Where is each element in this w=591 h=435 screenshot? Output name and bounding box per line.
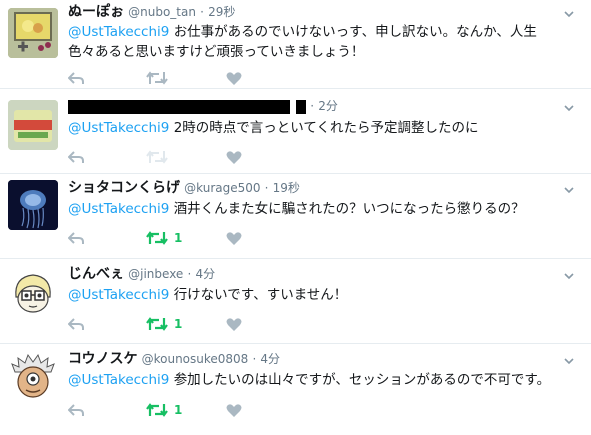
retweet-icon bbox=[146, 71, 168, 85]
retweet-icon bbox=[146, 231, 168, 245]
chevron-down-icon[interactable] bbox=[563, 184, 575, 196]
user-name[interactable]: じんべぇ bbox=[68, 266, 124, 282]
chevron-down-icon[interactable] bbox=[563, 8, 575, 20]
tweet-header: コウノスケ @kounosuke0808 · 4分 bbox=[68, 349, 280, 369]
mention-link[interactable]: @UstTakecchi9 bbox=[68, 120, 169, 136]
tweet-text: @UstTakecchi9 参加したいのは山々ですが、セッションがあるので不可で… bbox=[68, 370, 578, 390]
heart-icon bbox=[226, 150, 242, 164]
separator-dot: · bbox=[187, 267, 192, 281]
mention-link[interactable]: @UstTakecchi9 bbox=[68, 287, 169, 303]
user-handle[interactable]: @kounosuke0808 bbox=[142, 352, 249, 366]
timestamp[interactable]: 4分 bbox=[260, 352, 280, 366]
tweet-actions bbox=[68, 68, 268, 88]
reply-icon bbox=[68, 72, 84, 84]
user-handle[interactable]: @jinbexe bbox=[128, 267, 183, 281]
reply-icon bbox=[68, 151, 84, 163]
separator-dot: · bbox=[264, 181, 269, 195]
user-handle[interactable]: @kurage500 bbox=[184, 181, 260, 195]
retweet-count: 1 bbox=[174, 231, 183, 245]
chevron-down-icon[interactable] bbox=[563, 102, 575, 114]
user-name[interactable]: ぬーぽぉ bbox=[68, 4, 124, 20]
tweet-actions: 1 bbox=[68, 400, 268, 420]
tweet-text: @UstTakecchi9 行けないです、すいません！ bbox=[68, 285, 578, 305]
tweet-text-content: 行けないです、すいません！ bbox=[173, 287, 348, 303]
heart-icon bbox=[226, 71, 242, 85]
tweet-header: ショタコンくらげ @kurage500 · 19秒 bbox=[68, 178, 300, 198]
tweet-text: @UstTakecchi9 酒井くんまた女に騙されたの？いつになったら懲りるの？ bbox=[68, 199, 578, 219]
tweet-3[interactable]: ショタコンくらげ @kurage500 · 19秒 @UstTakecchi9 … bbox=[0, 174, 591, 259]
heart-icon bbox=[226, 231, 242, 245]
retweet-icon bbox=[146, 403, 168, 417]
like-button[interactable] bbox=[226, 147, 242, 167]
reply-icon bbox=[68, 318, 84, 330]
tweet-actions: 1 bbox=[68, 314, 268, 334]
tweet-4[interactable]: じんべぇ @jinbexe · 4分 @UstTakecchi9 行けないです、… bbox=[0, 259, 591, 344]
tweet-1[interactable]: ぬーぽぉ @nubo_tan · 29秒 @UstTakecchi9 お仕事があ… bbox=[0, 0, 591, 85]
separator-dot: · bbox=[310, 99, 315, 113]
reply-button[interactable] bbox=[68, 68, 84, 88]
user-name[interactable]: ショタコンくらげ bbox=[68, 180, 180, 196]
tweet-divider bbox=[0, 88, 591, 89]
like-button[interactable] bbox=[226, 400, 242, 420]
tweet-2[interactable]: · 2分 @UstTakecchi9 2時の時点で言っといてくれたら予定調整した… bbox=[0, 90, 591, 173]
user-handle[interactable]: @nubo_tan bbox=[128, 5, 196, 19]
retweet-button[interactable]: 1 bbox=[146, 400, 182, 420]
reply-button[interactable] bbox=[68, 228, 84, 248]
timestamp[interactable]: 2分 bbox=[318, 99, 338, 113]
chevron-down-icon[interactable] bbox=[563, 355, 575, 367]
like-button[interactable] bbox=[226, 314, 242, 334]
mention-link[interactable]: @UstTakecchi9 bbox=[68, 201, 169, 217]
retweet-icon bbox=[146, 150, 168, 164]
chevron-down-icon[interactable] bbox=[563, 270, 575, 282]
heart-icon bbox=[226, 317, 242, 331]
redacted-name bbox=[68, 99, 290, 114]
retweet-button[interactable]: 1 bbox=[146, 314, 182, 334]
tweet-text-content: 2時の時点で言っといてくれたら予定調整したのに bbox=[173, 120, 479, 136]
tweet-text-content: 酒井くんまた女に騙されたの？いつになったら懲りるの？ bbox=[173, 201, 525, 217]
gameboy-avatar[interactable] bbox=[8, 8, 58, 58]
retweet-count: 1 bbox=[174, 317, 183, 331]
heart-icon bbox=[226, 403, 242, 417]
jellyfish-avatar[interactable] bbox=[8, 180, 58, 230]
retweet-button[interactable] bbox=[146, 68, 168, 88]
tweet-text: @UstTakecchi9 2時の時点で言っといてくれたら予定調整したのに bbox=[68, 118, 578, 138]
old-man-avatar[interactable] bbox=[8, 352, 58, 402]
tweet-text-line2: 色々あると思いますけど頑張っていきましょう！ bbox=[68, 44, 365, 60]
retweet-button bbox=[146, 147, 168, 167]
reply-button[interactable] bbox=[68, 314, 84, 334]
like-button[interactable] bbox=[226, 228, 242, 248]
reply-icon bbox=[68, 232, 84, 244]
retweet-button[interactable]: 1 bbox=[146, 228, 182, 248]
user-name[interactable]: コウノスケ bbox=[68, 351, 137, 367]
separator-dot: · bbox=[200, 5, 204, 19]
like-button[interactable] bbox=[226, 68, 242, 88]
mention-link[interactable]: @UstTakecchi9 bbox=[68, 24, 169, 40]
timestamp[interactable]: 29秒 bbox=[208, 5, 235, 19]
tweet-5[interactable]: コウノスケ @kounosuke0808 · 4分 @UstTakecchi9 … bbox=[0, 344, 591, 435]
tweet-actions: 1 bbox=[68, 228, 268, 248]
separator-dot: · bbox=[252, 352, 257, 366]
tweet-header: ぬーぽぉ @nubo_tan · 29秒 bbox=[68, 2, 235, 22]
tweet-header: · 2分 bbox=[68, 96, 338, 116]
tweet-header: じんべぇ @jinbexe · 4分 bbox=[68, 264, 215, 284]
tweet-text-line1: お仕事があるのでいけないっす、申し訳ない。なんか、人生 bbox=[173, 24, 537, 40]
reply-button[interactable] bbox=[68, 147, 84, 167]
tweet-text-content: 参加したいのは山々ですが、セッションがあるので不可です。 bbox=[173, 372, 551, 388]
can-avatar[interactable] bbox=[8, 100, 58, 150]
timestamp[interactable]: 4分 bbox=[195, 267, 215, 281]
timestamp[interactable]: 19秒 bbox=[273, 181, 300, 195]
reply-icon bbox=[68, 404, 84, 416]
retweet-icon bbox=[146, 317, 168, 331]
mention-link[interactable]: @UstTakecchi9 bbox=[68, 372, 169, 388]
tweet-text: @UstTakecchi9 お仕事があるのでいけないっす、申し訳ない。なんか、人… bbox=[68, 22, 578, 62]
reply-button[interactable] bbox=[68, 400, 84, 420]
redacted-lock bbox=[296, 99, 307, 114]
tweet-actions bbox=[68, 147, 268, 167]
retweet-count: 1 bbox=[174, 403, 183, 417]
cartoon-avatar[interactable] bbox=[8, 267, 58, 317]
